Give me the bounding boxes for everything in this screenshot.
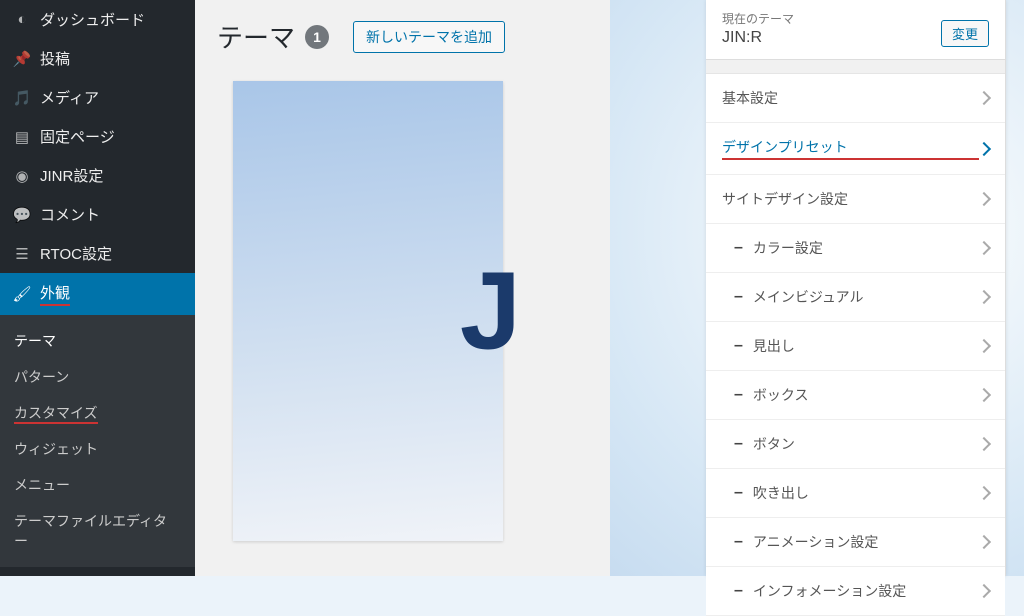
- pin-icon: 📌: [12, 50, 32, 68]
- globe-icon: ◉: [12, 167, 32, 185]
- dashboard-icon: ◐: [12, 11, 32, 28]
- admin-sidebar: ◐ ダッシュボード 📌 投稿 🎵 メディア ▤ 固定ページ ◉ JINR設定 💬…: [0, 0, 195, 576]
- dash-icon: –: [734, 533, 743, 551]
- dash-icon: –: [734, 386, 743, 404]
- cz-row-information[interactable]: – インフォメーション設定: [706, 567, 1005, 616]
- sidebar-item-pages[interactable]: ▤ 固定ページ: [0, 117, 195, 156]
- chevron-right-icon: [977, 535, 991, 549]
- sidebar-item-label: ダッシュボード: [40, 9, 145, 30]
- sidebar-item-label: RTOC設定: [40, 243, 112, 264]
- dash-icon: –: [734, 435, 743, 453]
- dash-icon: –: [734, 288, 743, 306]
- cz-row-button[interactable]: – ボタン: [706, 420, 1005, 469]
- add-theme-button[interactable]: 新しいテーマを追加: [353, 21, 505, 53]
- customizer-panel: 現在のテーマ JIN:R 変更 基本設定 デザインプリセット サイトデザイン設定…: [706, 0, 1006, 576]
- cz-row-headings[interactable]: – 見出し: [706, 322, 1005, 371]
- chevron-right-icon: [977, 91, 991, 105]
- dash-icon: –: [734, 337, 743, 355]
- change-theme-button[interactable]: 変更: [941, 20, 989, 47]
- submenu-theme-editor[interactable]: テーマファイルエディター: [0, 503, 195, 559]
- content-area: テーマ 1 新しいテーマを追加 J 現在のテーマ JIN:R 変更 基本設定 デ…: [195, 0, 610, 576]
- cz-row-animation[interactable]: – アニメーション設定: [706, 518, 1005, 567]
- sidebar-item-label: 外観: [40, 282, 70, 306]
- sidebar-item-posts[interactable]: 📌 投稿: [0, 39, 195, 78]
- sidebar-item-appearance[interactable]: 🖌 外観: [0, 273, 195, 315]
- theme-letter: J: [460, 248, 521, 375]
- sidebar-item-comments[interactable]: 💬 コメント: [0, 195, 195, 234]
- dash-icon: –: [734, 582, 743, 600]
- chevron-right-icon: [977, 339, 991, 353]
- cz-row-main-visual[interactable]: – メインビジュアル: [706, 273, 1005, 322]
- sidebar-item-media[interactable]: 🎵 メディア: [0, 78, 195, 117]
- submenu-patterns[interactable]: パターン: [0, 359, 195, 395]
- customizer-header: 現在のテーマ JIN:R 変更: [706, 0, 1005, 60]
- sidebar-item-label: コメント: [40, 204, 100, 225]
- chevron-right-icon: [977, 141, 991, 155]
- sidebar-item-dashboard[interactable]: ◐ ダッシュボード: [0, 0, 195, 39]
- submenu-themes[interactable]: テーマ: [0, 323, 195, 359]
- appearance-submenu: テーマ パターン カスタマイズ ウィジェット メニュー テーマファイルエディター: [0, 315, 195, 567]
- dash-icon: –: [734, 484, 743, 502]
- chevron-right-icon: [977, 388, 991, 402]
- cz-row-color-settings[interactable]: – カラー設定: [706, 224, 1005, 273]
- chevron-right-icon: [977, 241, 991, 255]
- chevron-right-icon: [977, 290, 991, 304]
- current-theme-label: 現在のテーマ: [722, 10, 794, 27]
- sidebar-item-label: 投稿: [40, 48, 70, 69]
- media-icon: 🎵: [12, 89, 32, 107]
- cz-row-basic-settings[interactable]: 基本設定: [706, 74, 1005, 123]
- cz-row-site-design[interactable]: サイトデザイン設定: [706, 175, 1005, 224]
- content-header: テーマ 1 新しいテーマを追加: [195, 0, 610, 69]
- chevron-right-icon: [977, 486, 991, 500]
- theme-tile[interactable]: J: [233, 81, 503, 541]
- dash-icon: –: [734, 239, 743, 257]
- comment-icon: 💬: [12, 206, 32, 224]
- cz-row-box[interactable]: – ボックス: [706, 371, 1005, 420]
- sidebar-item-label: JINR設定: [40, 165, 103, 186]
- page-title: テーマ: [217, 18, 295, 55]
- sidebar-item-jinr[interactable]: ◉ JINR設定: [0, 156, 195, 195]
- chevron-right-icon: [977, 192, 991, 206]
- panel-gap: [706, 60, 1005, 74]
- current-theme-name: JIN:R: [722, 29, 794, 47]
- submenu-widgets[interactable]: ウィジェット: [0, 431, 195, 467]
- brush-icon: 🖌: [12, 285, 32, 303]
- theme-count-badge: 1: [305, 25, 329, 49]
- page-icon: ▤: [12, 128, 32, 146]
- cz-row-balloon[interactable]: – 吹き出し: [706, 469, 1005, 518]
- chevron-right-icon: [977, 437, 991, 451]
- submenu-menus[interactable]: メニュー: [0, 467, 195, 503]
- submenu-customize[interactable]: カスタマイズ: [0, 395, 195, 431]
- sidebar-item-label: 固定ページ: [40, 126, 115, 147]
- sidebar-item-rtoc[interactable]: ☰ RTOC設定: [0, 234, 195, 273]
- chevron-right-icon: [977, 584, 991, 598]
- cz-row-design-preset[interactable]: デザインプリセット: [706, 123, 1005, 175]
- sidebar-item-label: メディア: [40, 87, 99, 108]
- list-icon: ☰: [12, 245, 32, 263]
